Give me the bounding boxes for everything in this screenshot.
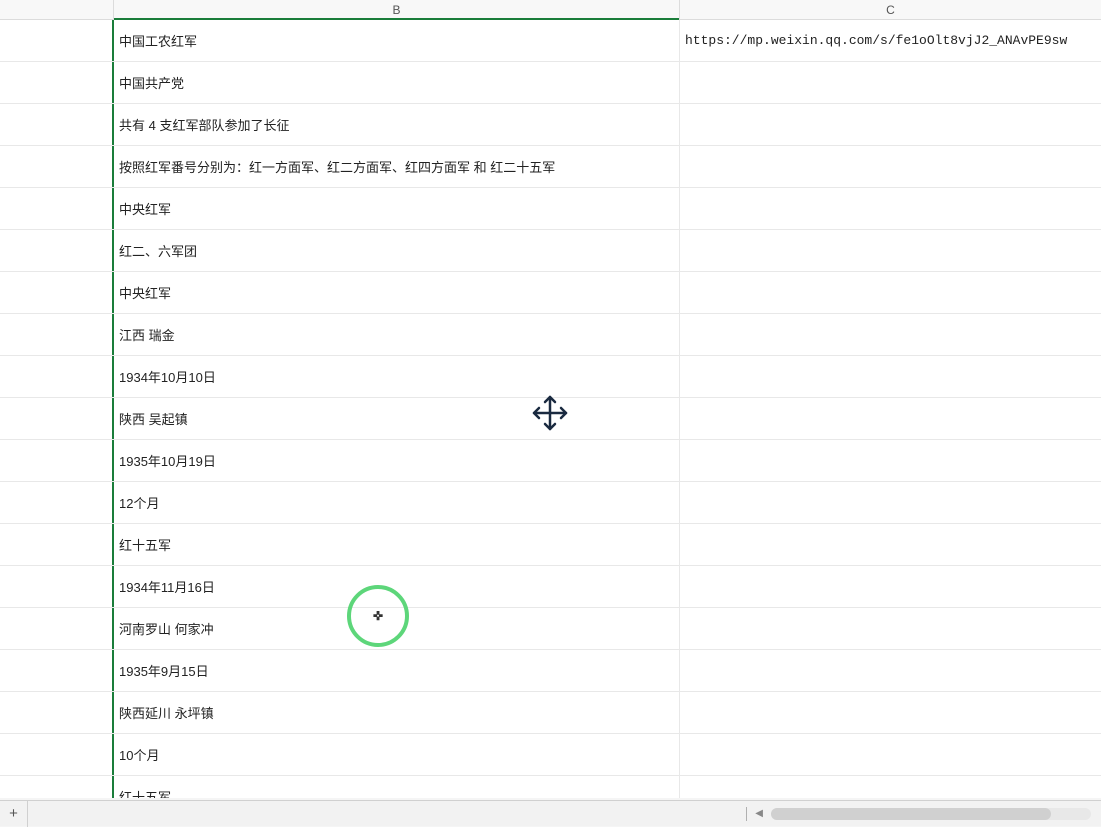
cell-a[interactable] bbox=[0, 314, 114, 355]
table-row: 红十五军 bbox=[0, 776, 1101, 798]
cell-b[interactable]: 1934年10月10日 bbox=[114, 356, 680, 397]
scroll-left-icon[interactable]: ◀ bbox=[755, 808, 763, 819]
cell-a[interactable] bbox=[0, 650, 114, 691]
cell-b[interactable]: 中央红军 bbox=[114, 188, 680, 229]
table-row: 中央红军 bbox=[0, 272, 1101, 314]
table-row: 中央红军 bbox=[0, 188, 1101, 230]
column-a-header[interactable] bbox=[0, 0, 114, 19]
cell-b[interactable]: 红二、六军团 bbox=[114, 230, 680, 271]
cell-b[interactable]: 中国工农红军 bbox=[114, 20, 680, 61]
cell-c[interactable] bbox=[680, 524, 1101, 565]
cell-c[interactable] bbox=[680, 62, 1101, 103]
cell-c[interactable] bbox=[680, 608, 1101, 649]
cell-a[interactable] bbox=[0, 440, 114, 481]
cell-a[interactable] bbox=[0, 62, 114, 103]
cell-c[interactable] bbox=[680, 398, 1101, 439]
cell-b[interactable]: 1935年9月15日 bbox=[114, 650, 680, 691]
cell-a[interactable] bbox=[0, 230, 114, 271]
cell-c[interactable] bbox=[680, 440, 1101, 481]
cell-b[interactable]: 红十五军 bbox=[114, 776, 680, 798]
table-row: 陕西 吴起镇 bbox=[0, 398, 1101, 440]
table-row: 1934年11月16日 bbox=[0, 566, 1101, 608]
cell-c[interactable] bbox=[680, 146, 1101, 187]
cell-b[interactable]: 中国共产党 bbox=[114, 62, 680, 103]
table-row: 红十五军 bbox=[0, 524, 1101, 566]
cell-c[interactable] bbox=[680, 482, 1101, 523]
cell-c[interactable] bbox=[680, 734, 1101, 775]
data-grid: 中国工农红军 https://mp.weixin.qq.com/s/fe1oOl… bbox=[0, 20, 1101, 798]
cell-a[interactable] bbox=[0, 524, 114, 565]
table-row: 河南罗山 何家冲 bbox=[0, 608, 1101, 650]
cell-c[interactable] bbox=[680, 230, 1101, 271]
cell-a[interactable] bbox=[0, 146, 114, 187]
table-row: 12个月 bbox=[0, 482, 1101, 524]
spreadsheet-container: B C 中国工农红军 https://mp.weixin.qq.com/s/fe… bbox=[0, 0, 1101, 798]
cell-b[interactable]: 江西 瑞金 bbox=[114, 314, 680, 355]
cell-b[interactable]: 中央红军 bbox=[114, 272, 680, 313]
cell-b[interactable]: 河南罗山 何家冲 bbox=[114, 608, 680, 649]
cell-a[interactable] bbox=[0, 776, 114, 798]
cell-c[interactable] bbox=[680, 314, 1101, 355]
column-b-header[interactable]: B bbox=[114, 0, 680, 19]
cell-a[interactable] bbox=[0, 734, 114, 775]
table-row: 中国工农红军 https://mp.weixin.qq.com/s/fe1oOl… bbox=[0, 20, 1101, 62]
horizontal-scroll-area: ◀ bbox=[746, 807, 1101, 821]
cell-a[interactable] bbox=[0, 188, 114, 229]
cell-a[interactable] bbox=[0, 398, 114, 439]
cell-c[interactable] bbox=[680, 566, 1101, 607]
column-header-row: B C bbox=[0, 0, 1101, 20]
cell-a[interactable] bbox=[0, 566, 114, 607]
table-row: 中国共产党 bbox=[0, 62, 1101, 104]
cell-a[interactable] bbox=[0, 20, 114, 61]
cell-a[interactable] bbox=[0, 272, 114, 313]
table-row: 共有 4 支红军部队参加了长征 bbox=[0, 104, 1101, 146]
cell-c[interactable]: https://mp.weixin.qq.com/s/fe1oOlt8vjJ2_… bbox=[680, 20, 1101, 61]
cell-a[interactable] bbox=[0, 104, 114, 145]
cell-c[interactable] bbox=[680, 692, 1101, 733]
cell-b[interactable]: 陕西 吴起镇 bbox=[114, 398, 680, 439]
cell-c[interactable] bbox=[680, 188, 1101, 229]
cell-a[interactable] bbox=[0, 692, 114, 733]
table-row: 1935年9月15日 bbox=[0, 650, 1101, 692]
cell-c[interactable] bbox=[680, 650, 1101, 691]
cell-c[interactable] bbox=[680, 356, 1101, 397]
cell-a[interactable] bbox=[0, 608, 114, 649]
table-row: 红二、六军团 bbox=[0, 230, 1101, 272]
table-row: 1934年10月10日 bbox=[0, 356, 1101, 398]
add-sheet-button[interactable]: + bbox=[0, 801, 28, 827]
cell-b[interactable]: 10个月 bbox=[114, 734, 680, 775]
cell-b[interactable]: 12个月 bbox=[114, 482, 680, 523]
cell-b[interactable]: 共有 4 支红军部队参加了长征 bbox=[114, 104, 680, 145]
cell-a[interactable] bbox=[0, 482, 114, 523]
table-row: 江西 瑞金 bbox=[0, 314, 1101, 356]
table-row: 陕西延川 永坪镇 bbox=[0, 692, 1101, 734]
cell-b[interactable]: 1935年10月19日 bbox=[114, 440, 680, 481]
bottom-bar: + ◀ bbox=[0, 800, 1101, 826]
cell-b[interactable]: 1934年11月16日 bbox=[114, 566, 680, 607]
cell-b[interactable]: 红十五军 bbox=[114, 524, 680, 565]
cell-b[interactable]: 按照红军番号分别为：红一方面军、红二方面军、红四方面军 和 红二十五军 bbox=[114, 146, 680, 187]
cell-b[interactable]: 陕西延川 永坪镇 bbox=[114, 692, 680, 733]
table-row: 1935年10月19日 bbox=[0, 440, 1101, 482]
table-row: 按照红军番号分别为：红一方面军、红二方面军、红四方面军 和 红二十五军 bbox=[0, 146, 1101, 188]
scrollbar-thumb[interactable] bbox=[771, 808, 1051, 820]
cell-c[interactable] bbox=[680, 272, 1101, 313]
table-row: 10个月 bbox=[0, 734, 1101, 776]
cell-c[interactable] bbox=[680, 104, 1101, 145]
column-c-header[interactable]: C bbox=[680, 0, 1101, 19]
horizontal-scrollbar[interactable] bbox=[771, 808, 1091, 820]
cell-c[interactable] bbox=[680, 776, 1101, 798]
scroll-divider bbox=[746, 807, 747, 821]
cell-a[interactable] bbox=[0, 356, 114, 397]
